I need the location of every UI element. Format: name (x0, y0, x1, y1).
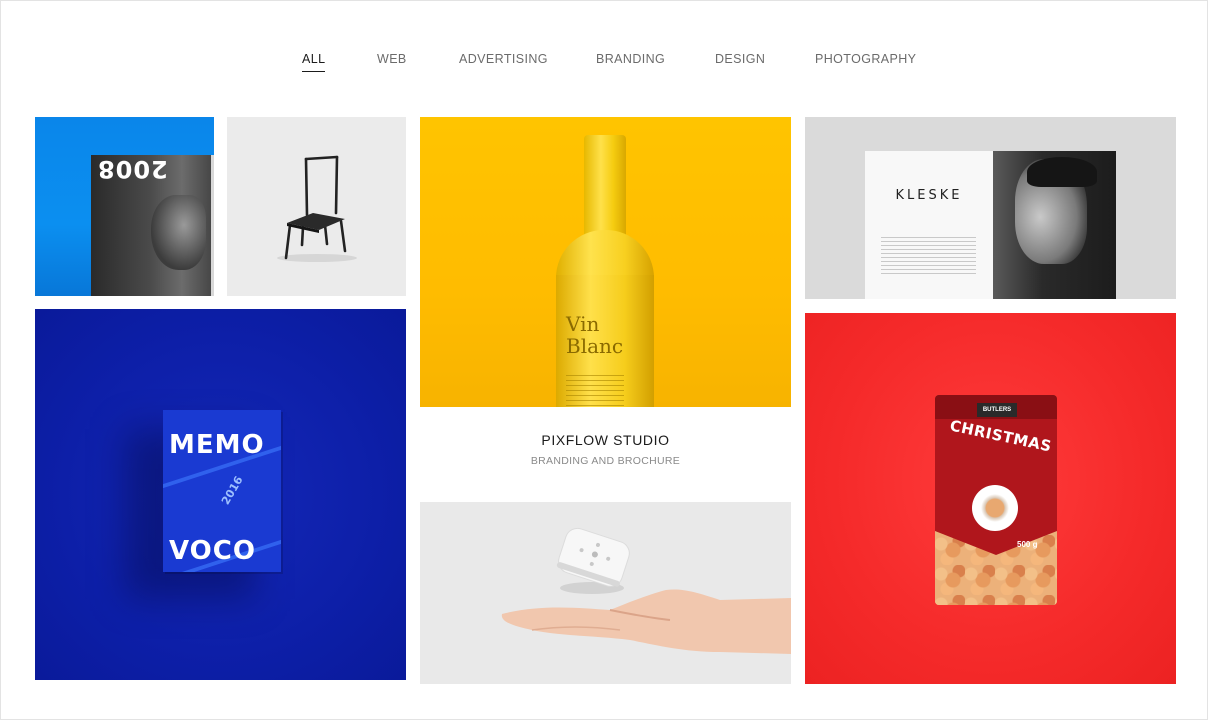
bottle-label-text: Vin Blanc (566, 312, 624, 358)
project-title[interactable]: PIXFLOW STUDIO (420, 432, 791, 448)
portfolio-item-christmas-pasta[interactable]: BUTLERS CHRISTMAS 500 g (805, 313, 1176, 684)
filter-advertising[interactable]: ADVERTISING (459, 52, 548, 66)
filter-branding[interactable]: BRANDING (596, 52, 665, 66)
memo-voco-box-image: MEMO 2016 VOCO (163, 410, 281, 572)
bag-brand-text: BUTLERS (977, 403, 1017, 417)
portfolio-item-hand-device[interactable] (420, 502, 791, 684)
wine-bottle-image: Vin Blanc (556, 135, 654, 407)
book-title-text: KLESKE (895, 188, 963, 203)
project-category: BRANDING AND BROCHURE (530, 455, 681, 467)
portfolio-filter-nav: ALL WEB ADVERTISING BRANDING DESIGN PHOT… (0, 52, 1208, 72)
portfolio-item-magazine[interactable]: 2008 (35, 117, 214, 296)
chair-image (277, 155, 357, 262)
portfolio-item-memo-voco[interactable]: MEMO 2016 VOCO (35, 309, 406, 680)
box-top-text: MEMO (169, 430, 265, 460)
filter-all[interactable]: ALL (302, 52, 326, 72)
magazine-cover-text: 2008 (97, 155, 168, 183)
portfolio-item-chair[interactable] (227, 117, 406, 296)
pasta-bag-image: BUTLERS CHRISTMAS 500 g (935, 395, 1057, 605)
filter-web[interactable]: WEB (377, 52, 407, 66)
filter-design[interactable]: DESIGN (715, 52, 765, 66)
bag-weight-text: 500 g (1017, 540, 1038, 549)
portfolio-item-wine-bottle[interactable]: Vin Blanc (420, 117, 791, 407)
filter-photography[interactable]: PHOTOGRAPHY (815, 52, 916, 66)
portfolio-item-book[interactable]: KLESKE (805, 117, 1176, 299)
hand-device-image (420, 502, 791, 684)
box-bottom-text: VOCO (169, 536, 256, 566)
magazine-edge (211, 155, 214, 296)
